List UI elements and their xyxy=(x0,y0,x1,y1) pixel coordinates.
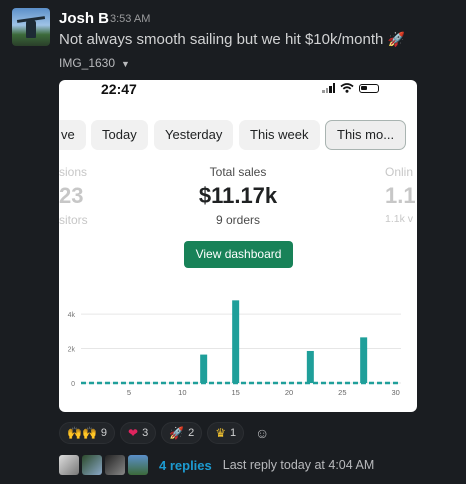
metric-online[interactable]: Onlin 1.1 1.1k v xyxy=(385,165,417,225)
view-dashboard-button[interactable]: View dashboard xyxy=(184,241,293,268)
bar xyxy=(232,300,240,383)
tab-yesterday[interactable]: Yesterday xyxy=(154,120,234,150)
reaction-count: 2 xyxy=(188,427,195,439)
thread-summary[interactable]: 4 replies Last reply today at 4:04 AM xyxy=(59,455,374,475)
reaction-count: 1 xyxy=(230,427,237,439)
x-tick-label: 30 xyxy=(391,388,399,397)
bar xyxy=(200,354,208,383)
metric-sub: 1.1k v xyxy=(385,213,414,225)
replier-avatar xyxy=(82,455,102,475)
bar xyxy=(306,350,314,383)
message-body: Not always smooth sailing but we hit $10… xyxy=(59,31,384,48)
add-reaction-icon[interactable]: ☺ xyxy=(249,422,275,444)
author-avatar[interactable] xyxy=(12,8,50,46)
metric-value: 23 xyxy=(59,183,84,208)
y-tick-label: 0 xyxy=(71,381,75,388)
reaction-raised-hands[interactable]: 🙌🙌 9 xyxy=(59,422,116,444)
message-text: Not always smooth sailing but we hit $10… xyxy=(59,31,405,48)
battery-icon xyxy=(359,83,379,93)
rocket-icon: 🚀 xyxy=(169,426,185,440)
x-tick-label: 5 xyxy=(127,388,131,397)
metric-sub: sitors xyxy=(59,213,88,227)
x-tick-label: 10 xyxy=(178,388,186,397)
wifi-icon xyxy=(340,83,354,93)
sales-chart: 0 2k 4k 5 10 15 20 25 30 xyxy=(68,300,401,397)
crown-icon: ♛ xyxy=(215,426,227,440)
message-timestamp[interactable]: 3:53 AM xyxy=(110,13,150,25)
signal-icon xyxy=(322,83,335,93)
status-time: 22:47 xyxy=(101,81,137,97)
x-tick-label: 20 xyxy=(285,388,293,397)
reaction-count: 3 xyxy=(142,427,149,439)
metric-value: $11.17k xyxy=(198,183,278,208)
y-tick-label: 2k xyxy=(68,347,76,354)
heart-icon: ❤ xyxy=(128,426,139,440)
tab-this-week[interactable]: This week xyxy=(239,120,320,150)
metric-sessions[interactable]: sions 23 sitors xyxy=(59,165,93,227)
raised-hands-icon: 🙌🙌 xyxy=(67,426,97,440)
replier-avatar xyxy=(105,455,125,475)
replier-avatar xyxy=(128,455,148,475)
reaction-heart[interactable]: ❤ 3 xyxy=(120,422,157,444)
replier-avatar xyxy=(59,455,79,475)
attachment-name: IMG_1630 xyxy=(59,56,116,70)
last-reply-time: Last reply today at 4:04 AM xyxy=(222,458,375,472)
metric-label: Total sales xyxy=(209,165,267,179)
reaction-count: 9 xyxy=(100,427,108,439)
bar xyxy=(360,337,368,383)
rocket-icon: 🚀 xyxy=(387,31,405,47)
author-name[interactable]: Josh B xyxy=(59,10,109,27)
metric-value: 1.1 xyxy=(385,183,416,208)
metric-total-sales[interactable]: Total sales $11.17k 9 orders xyxy=(178,165,298,227)
screenshot-image[interactable]: 22:47 ve Today Yesterday This week This … xyxy=(59,80,417,412)
chevron-down-icon: ▼ xyxy=(121,59,130,69)
x-tick-label: 15 xyxy=(231,388,239,397)
replies-link[interactable]: 4 replies xyxy=(159,458,212,473)
metric-sub: 9 orders xyxy=(215,213,261,227)
reactions-bar: 🙌🙌 9 ❤ 3 🚀 2 ♛ 1 ☺ xyxy=(59,422,275,444)
status-icons xyxy=(322,83,379,93)
tab-live[interactable]: ve xyxy=(59,120,86,150)
metric-label: Onlin xyxy=(385,165,414,179)
y-tick-label: 4k xyxy=(68,312,76,319)
attachment-toggle[interactable]: IMG_1630 ▼ xyxy=(59,56,130,70)
tab-today[interactable]: Today xyxy=(91,120,148,150)
reaction-rocket[interactable]: 🚀 2 xyxy=(161,422,203,444)
tab-this-month[interactable]: This mo... xyxy=(325,120,407,150)
reaction-crown[interactable]: ♛ 1 xyxy=(207,422,245,444)
metric-label: sions xyxy=(59,165,88,179)
x-tick-label: 25 xyxy=(338,388,346,397)
